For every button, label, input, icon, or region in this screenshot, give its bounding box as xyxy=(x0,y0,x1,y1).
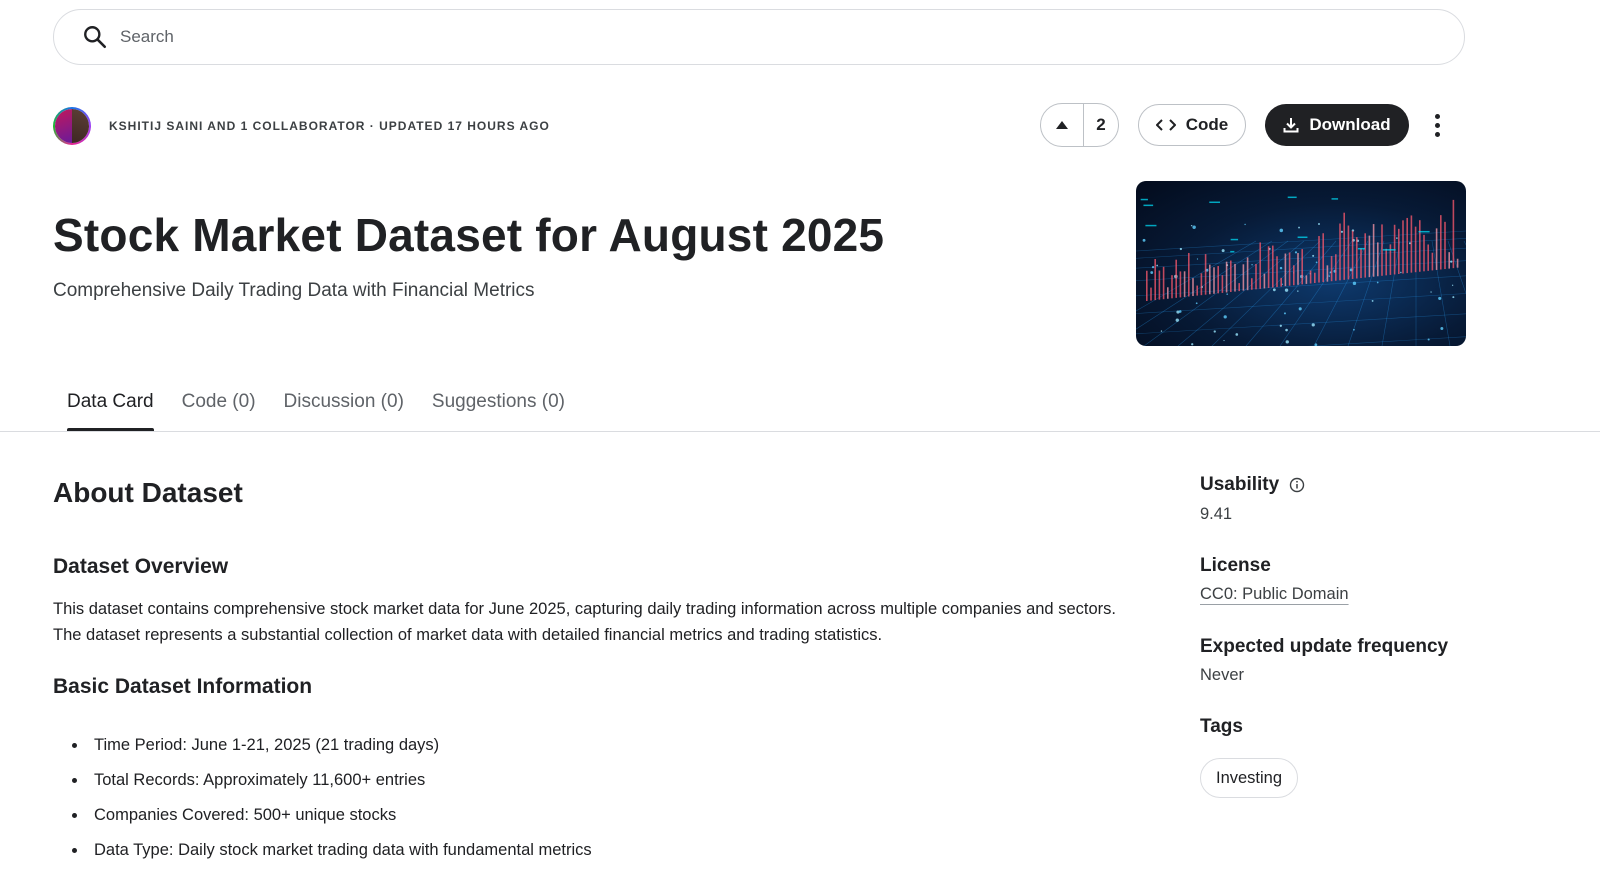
tab-discussion[interactable]: Discussion (0) xyxy=(270,388,418,432)
dataset-tabs: Data Card Code (0) Discussion (0) Sugges… xyxy=(53,388,579,432)
license-link[interactable]: CC0: Public Domain xyxy=(1200,585,1349,604)
license-label: License xyxy=(1200,555,1271,576)
collaborator-avatars[interactable] xyxy=(53,107,91,145)
basic-info-list: Time Period: June 1-21, 2025 (21 trading… xyxy=(53,728,592,868)
dataset-cover-image xyxy=(1136,181,1466,346)
code-button[interactable]: Code xyxy=(1138,104,1246,146)
search-icon xyxy=(84,26,107,49)
usability-label-text: Usability xyxy=(1200,474,1280,495)
about-dataset-heading: About Dataset xyxy=(53,477,243,508)
search-bar[interactable] xyxy=(53,9,1465,65)
code-brackets-icon xyxy=(1155,119,1176,131)
list-item: Data Type: Daily stock market trading da… xyxy=(53,833,592,868)
download-icon xyxy=(1283,118,1299,133)
more-options-icon[interactable] xyxy=(1425,110,1449,140)
download-button[interactable]: Download xyxy=(1265,104,1409,146)
update-frequency-value: Never xyxy=(1200,666,1245,684)
upvote-count: 2 xyxy=(1096,115,1106,134)
dataset-page: KSHITIJ SAINI AND 1 COLLABORATOR · UPDAT… xyxy=(0,0,1600,888)
tag-chip-investing[interactable]: Investing xyxy=(1200,758,1299,798)
download-button-label: Download xyxy=(1309,115,1391,134)
code-button-label: Code xyxy=(1185,115,1229,134)
caret-up-icon xyxy=(1056,121,1068,129)
basic-info-heading: Basic Dataset Information xyxy=(53,675,313,698)
authors-updated-text[interactable]: KSHITIJ SAINI AND 1 COLLABORATOR · UPDAT… xyxy=(109,119,550,133)
list-item: Companies Covered: 500+ unique stocks xyxy=(53,798,592,833)
avatar xyxy=(55,109,72,143)
tabs-divider xyxy=(0,431,1600,432)
tab-suggestions[interactable]: Suggestions (0) xyxy=(418,388,579,432)
tab-code[interactable]: Code (0) xyxy=(168,388,270,432)
tags-label: Tags xyxy=(1200,716,1243,737)
page-title: Stock Market Dataset for August 2025 xyxy=(53,209,885,261)
tab-data-card[interactable]: Data Card xyxy=(53,388,168,432)
overview-paragraph: This dataset contains comprehensive stoc… xyxy=(53,600,1116,644)
info-icon[interactable] xyxy=(1289,477,1305,493)
upvote-button[interactable] xyxy=(1041,104,1084,146)
list-item: Total Records: Approximately 11,600+ ent… xyxy=(53,763,592,798)
search-input[interactable] xyxy=(120,27,1420,47)
usability-value: 9.41 xyxy=(1200,505,1233,523)
avatar xyxy=(72,109,89,143)
update-frequency-label: Expected update frequency xyxy=(1200,636,1449,657)
usability-label: Usability xyxy=(1200,474,1305,496)
list-item: Time Period: June 1-21, 2025 (21 trading… xyxy=(53,728,592,763)
author-meta: KSHITIJ SAINI AND 1 COLLABORATOR · UPDAT… xyxy=(53,106,550,146)
overview-heading: Dataset Overview xyxy=(53,555,229,578)
upvote-control: 2 xyxy=(1040,103,1119,147)
page-subtitle: Comprehensive Daily Trading Data with Fi… xyxy=(53,280,535,301)
